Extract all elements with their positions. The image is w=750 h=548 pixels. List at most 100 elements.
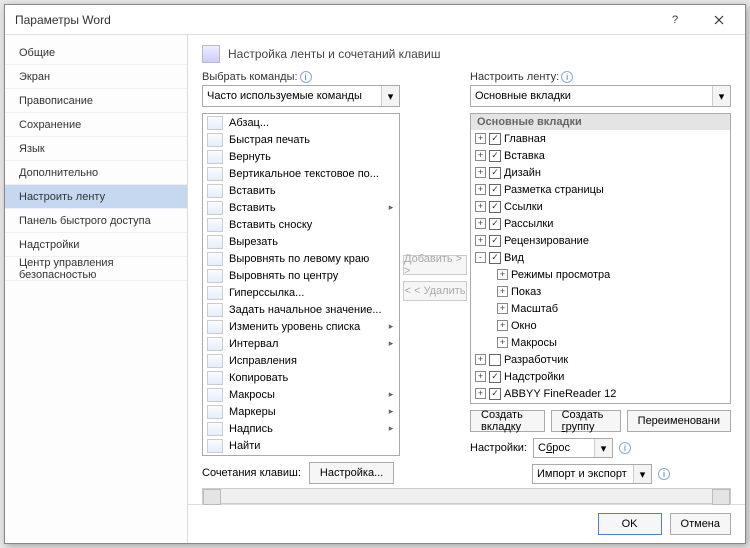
checkbox[interactable]: ✓ (489, 184, 501, 196)
expand-icon[interactable]: + (475, 201, 486, 212)
ok-button[interactable]: OK (598, 513, 662, 535)
command-item[interactable]: Быстрая печать (203, 131, 399, 148)
tree-node[interactable]: +✓ABBYY FineReader 12 (471, 385, 730, 402)
command-item[interactable]: Вставить (203, 182, 399, 199)
expand-icon[interactable]: + (475, 218, 486, 229)
tree-node[interactable]: +Макросы (471, 334, 730, 351)
tree-node[interactable]: -✓Вид (471, 249, 730, 266)
expand-icon[interactable]: + (497, 269, 508, 280)
remove-button[interactable]: < < Удалить (403, 281, 467, 301)
expand-icon[interactable]: + (497, 337, 508, 348)
command-item[interactable]: Найти (203, 437, 399, 454)
checkbox[interactable] (489, 354, 501, 366)
command-item[interactable]: Вырезать (203, 233, 399, 250)
tree-node[interactable]: +✓Рецензирование (471, 232, 730, 249)
new-group-button[interactable]: Создать группу (551, 410, 621, 432)
command-item[interactable]: Вертикальное текстовое по... (203, 165, 399, 182)
checkbox[interactable]: ✓ (489, 167, 501, 179)
tree-node[interactable]: +✓Дизайн (471, 164, 730, 181)
expand-icon[interactable]: - (475, 252, 486, 263)
expand-icon[interactable]: + (475, 354, 486, 365)
sidebar-item[interactable]: Надстройки (5, 233, 187, 257)
sidebar-item[interactable]: Общие (5, 41, 187, 65)
tree-node[interactable]: +Окно (471, 317, 730, 334)
command-item[interactable]: Макросы▸ (203, 386, 399, 403)
new-tab-button[interactable]: Создать вкладку (470, 410, 545, 432)
tree-node[interactable]: +Показ (471, 283, 730, 300)
checkbox[interactable]: ✓ (489, 235, 501, 247)
expand-icon[interactable]: + (475, 133, 486, 144)
settings-label: Настройки: (470, 442, 527, 454)
command-item[interactable]: Вернуть (203, 148, 399, 165)
command-item[interactable]: Абзац... (203, 114, 399, 131)
command-item[interactable]: Маркеры▸ (203, 403, 399, 420)
expand-icon[interactable]: + (475, 388, 486, 399)
command-item[interactable]: Изменить уровень списка▸ (203, 318, 399, 335)
command-item[interactable]: Нарисовать таблицу (203, 454, 399, 456)
checkbox[interactable]: ✓ (489, 201, 501, 213)
tree-node[interactable]: +✓novaPDF (471, 402, 730, 404)
tree-node[interactable]: +✓Рассылки (471, 215, 730, 232)
checkbox[interactable]: ✓ (489, 252, 501, 264)
sidebar-item[interactable]: Панель быстрого доступа (5, 209, 187, 233)
tree-node[interactable]: +✓Вставка (471, 147, 730, 164)
command-item[interactable]: Интервал▸ (203, 335, 399, 352)
choose-commands-combo[interactable]: Часто используемые команды ▾ (202, 85, 400, 107)
checkbox[interactable]: ✓ (489, 150, 501, 162)
tree-node[interactable]: +✓Разметка страницы (471, 181, 730, 198)
cancel-button[interactable]: Отмена (670, 513, 731, 535)
checkbox[interactable]: ✓ (489, 371, 501, 383)
command-item[interactable]: Копировать (203, 369, 399, 386)
close-button[interactable] (697, 6, 741, 34)
checkbox[interactable]: ✓ (489, 133, 501, 145)
sidebar-item[interactable]: Настроить ленту (5, 185, 187, 209)
ribbon-tree[interactable]: Основные вкладки+✓Главная+✓Вставка+✓Диза… (470, 113, 731, 404)
expand-icon[interactable]: + (497, 303, 508, 314)
tree-node[interactable]: +✓Ссылки (471, 198, 730, 215)
help-button[interactable]: ? (653, 6, 697, 34)
horizontal-scrollbar[interactable] (202, 488, 731, 504)
command-item[interactable]: Выровнять по левому краю (203, 250, 399, 267)
add-button[interactable]: Добавить > > (403, 255, 467, 275)
help-icon[interactable]: i (658, 468, 670, 480)
expand-icon[interactable]: + (475, 235, 486, 246)
customize-shortcut-button[interactable]: Настройка... (309, 462, 394, 484)
sidebar-item[interactable]: Язык (5, 137, 187, 161)
command-icon (207, 337, 223, 351)
tree-node[interactable]: +Масштаб (471, 300, 730, 317)
sidebar-item[interactable]: Центр управления безопасностью (5, 257, 187, 281)
rename-button[interactable]: Переименовани (627, 410, 731, 432)
expand-icon[interactable]: + (497, 320, 508, 331)
command-item[interactable]: Исправления (203, 352, 399, 369)
sidebar-item[interactable]: Сохранение (5, 113, 187, 137)
expand-icon[interactable]: + (475, 167, 486, 178)
tree-node-label: Масштаб (511, 303, 558, 315)
help-icon[interactable]: i (300, 71, 312, 83)
help-icon[interactable]: i (561, 71, 573, 83)
expand-icon[interactable]: + (475, 150, 486, 161)
checkbox[interactable]: ✓ (489, 218, 501, 230)
commands-listbox[interactable]: Абзац...Быстрая печатьВернутьВертикально… (202, 113, 400, 456)
sidebar-item[interactable]: Дополнительно (5, 161, 187, 185)
sidebar-item[interactable]: Правописание (5, 89, 187, 113)
command-icon (207, 303, 223, 317)
expand-icon[interactable]: + (497, 286, 508, 297)
tree-node[interactable]: +✓Главная (471, 130, 730, 147)
command-item[interactable]: Выровнять по центру (203, 267, 399, 284)
tree-node[interactable]: +Режимы просмотра (471, 266, 730, 283)
reset-combo[interactable]: Сброс ▾ (533, 438, 613, 458)
command-item[interactable]: Задать начальное значение... (203, 301, 399, 318)
command-item[interactable]: Гиперссылка... (203, 284, 399, 301)
help-icon[interactable]: i (619, 442, 631, 454)
customize-ribbon-combo[interactable]: Основные вкладки ▾ (470, 85, 731, 107)
sidebar-item[interactable]: Экран (5, 65, 187, 89)
command-item[interactable]: Вставить▸ (203, 199, 399, 216)
expand-icon[interactable]: + (475, 184, 486, 195)
checkbox[interactable]: ✓ (489, 388, 501, 400)
import-export-combo[interactable]: Импорт и экспорт ▾ (532, 464, 652, 484)
tree-node[interactable]: +Разработчик (471, 351, 730, 368)
expand-icon[interactable]: + (475, 371, 486, 382)
command-item[interactable]: Вставить сноску (203, 216, 399, 233)
tree-node[interactable]: +✓Надстройки (471, 368, 730, 385)
command-item[interactable]: Надпись▸ (203, 420, 399, 437)
